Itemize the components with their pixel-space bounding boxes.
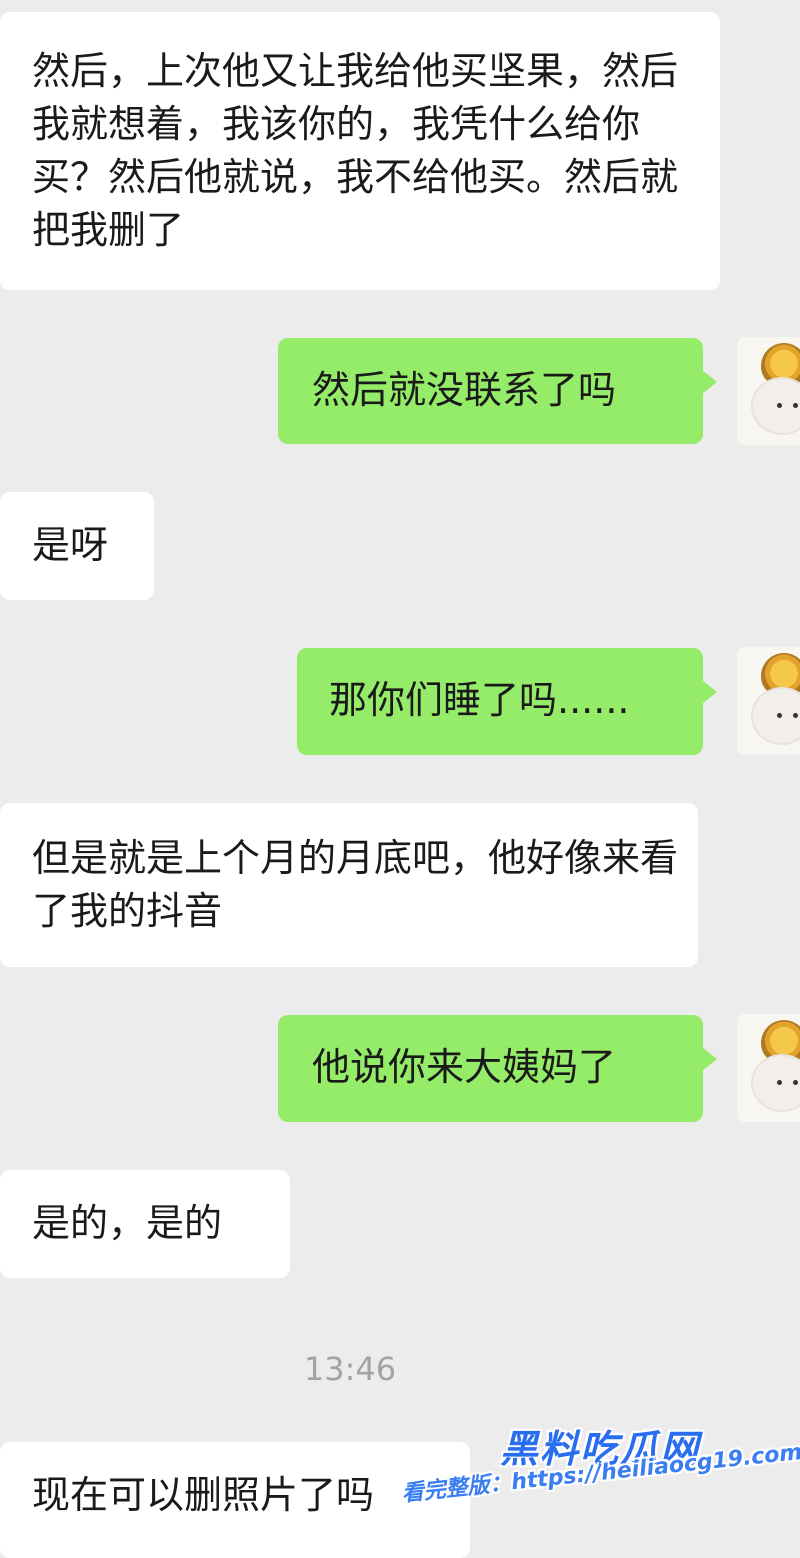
message-bubble-outgoing[interactable]: 然后就没联系了吗 [278, 338, 717, 444]
message-bubble-outgoing[interactable]: 那你们睡了吗...... [297, 648, 717, 755]
user-avatar[interactable] [737, 647, 800, 755]
watermark: 黑料吃瓜网 看完整版：https://heiliaocg19.com [400, 1418, 800, 1558]
user-avatar[interactable] [737, 1014, 800, 1122]
message-bubble-incoming[interactable]: 然后，上次他又让我给他买坚果，然后我就想着，我该你的，我凭什么给你买？然后他就说… [0, 12, 720, 290]
message-text: 然后，上次他又让我给他买坚果，然后我就想着，我该你的，我凭什么给你买？然后他就说… [32, 49, 679, 252]
message-bubble-outgoing[interactable]: 他说你来大姨妈了 [278, 1015, 717, 1122]
timestamp: 13:46 [303, 1350, 397, 1388]
message-text: 他说你来大姨妈了 [312, 1045, 617, 1089]
user-avatar[interactable] [737, 337, 800, 445]
message-text: 那你们睡了吗...... [329, 678, 630, 722]
message-text: 但是就是上个月的月底吧，他好像来看了我的抖音 [32, 836, 679, 933]
message-bubble-incoming[interactable]: 但是就是上个月的月底吧，他好像来看了我的抖音 [0, 803, 698, 967]
message-bubble-incoming[interactable]: 是呀 [0, 492, 154, 600]
message-text: 现在可以删照片了吗 [32, 1473, 375, 1517]
message-text: 然后就没联系了吗 [312, 368, 617, 412]
message-bubble-incoming[interactable]: 是的，是的 [0, 1170, 290, 1278]
message-text: 是呀 [32, 523, 109, 567]
message-text: 是的，是的 [32, 1201, 223, 1245]
